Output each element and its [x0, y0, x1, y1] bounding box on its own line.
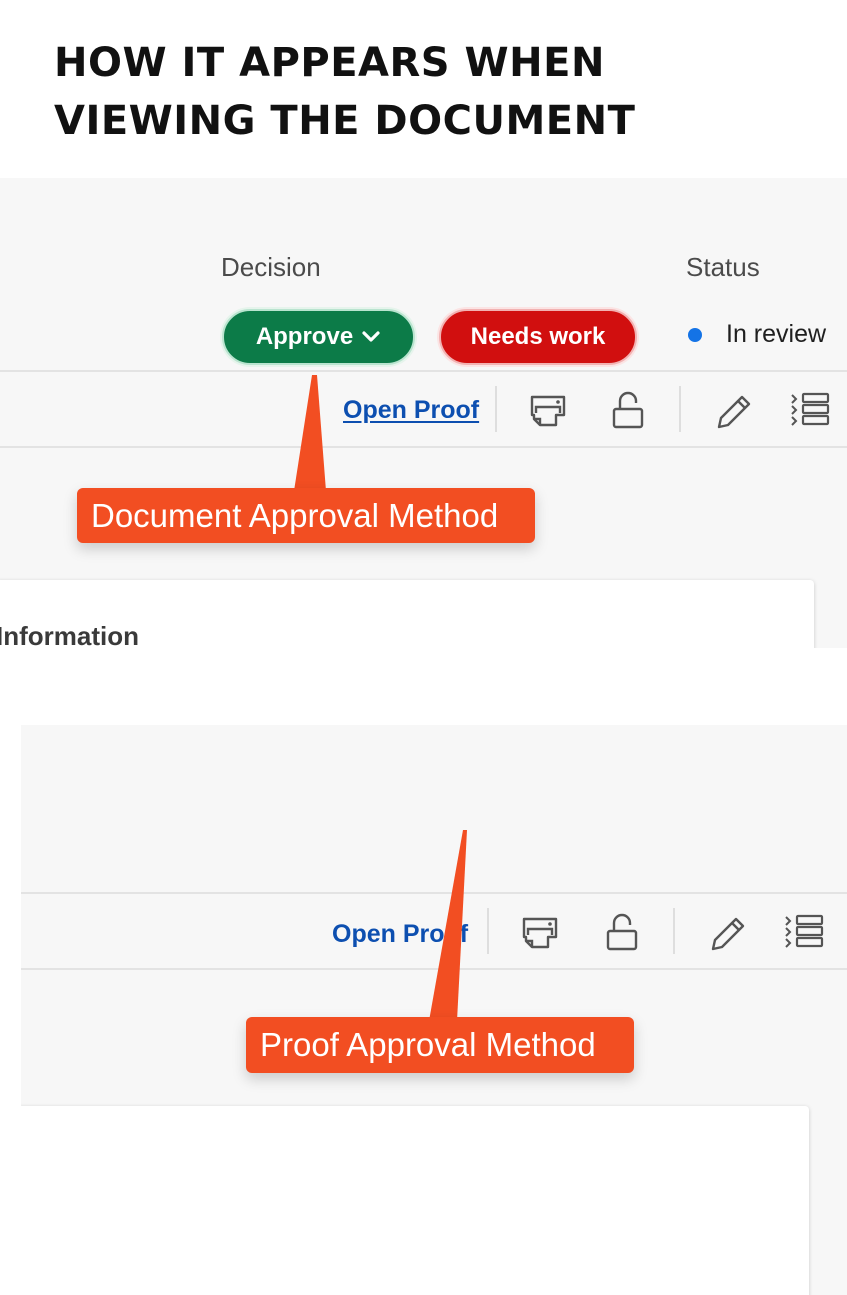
print-icon[interactable]	[526, 389, 570, 433]
callout-text: Document Approval Method	[91, 496, 499, 534]
proof-view-screenshot: Open Proof Proof Approval Method	[21, 725, 847, 1295]
pencil-icon[interactable]	[705, 911, 749, 955]
status-value: In review	[726, 320, 827, 348]
chevron-down-icon	[361, 330, 381, 344]
heading-line-1: How it appears when	[54, 40, 605, 86]
status-dot	[688, 328, 702, 342]
toolbar-divider	[495, 386, 497, 432]
unlock-icon[interactable]	[600, 911, 644, 955]
list-icon[interactable]	[789, 389, 833, 433]
content-card	[21, 1106, 809, 1295]
callout-pointer	[294, 375, 326, 491]
pencil-icon[interactable]	[711, 389, 755, 433]
document-view-screenshot: Decision Status Approve Needs work In re…	[0, 178, 847, 648]
heading-line-2: viewing the document	[54, 98, 636, 144]
callout-pointer	[429, 830, 467, 1021]
callout-text: Proof Approval Method	[260, 1026, 596, 1063]
list-icon[interactable]	[783, 911, 827, 955]
unlock-icon[interactable]	[606, 389, 650, 433]
information-card: Information	[0, 580, 814, 648]
print-icon[interactable]	[518, 911, 562, 955]
document-toolbar: Open Proof	[0, 370, 847, 448]
approve-button[interactable]: Approve	[222, 309, 415, 365]
status-label: Status	[686, 252, 760, 282]
document-approval-callout: Document Approval Method	[77, 488, 535, 543]
toolbar-divider	[487, 908, 489, 954]
approve-button-label: Approve	[255, 323, 354, 350]
toolbar-divider	[673, 908, 675, 954]
needs-work-button[interactable]: Needs work	[439, 309, 637, 365]
toolbar-divider	[679, 386, 681, 432]
proof-approval-callout: Proof Approval Method	[246, 1017, 634, 1073]
card-title: Information	[0, 621, 139, 648]
open-proof-link[interactable]: Open Proof	[343, 396, 479, 425]
page-heading: How it appears when viewing the document	[54, 34, 635, 150]
decision-label: Decision	[221, 252, 321, 282]
needs-work-button-label: Needs work	[470, 323, 606, 350]
